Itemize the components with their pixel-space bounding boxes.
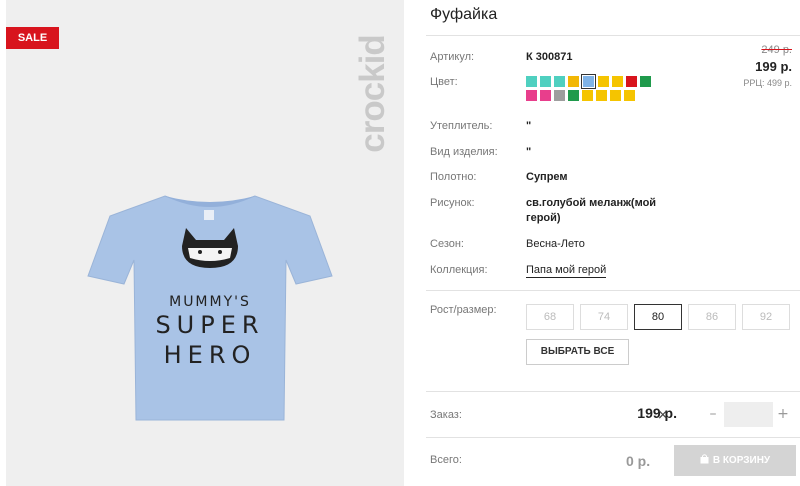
size-option-86[interactable]: 86 xyxy=(688,304,736,330)
print-line-2: SUPER xyxy=(155,311,265,339)
type-label: Вид изделия: xyxy=(430,146,498,158)
collection-label: Коллекция: xyxy=(430,264,488,276)
type-value: " xyxy=(526,146,532,158)
divider xyxy=(426,391,800,392)
total-label: Всего: xyxy=(430,454,462,466)
total-value: 0 р. xyxy=(626,453,651,469)
quantity-increase-button[interactable]: + xyxy=(776,404,790,424)
print-line-3: HERO xyxy=(163,341,257,369)
collection-link[interactable]: Папа мой герой xyxy=(526,264,607,278)
swatch-row xyxy=(526,90,686,101)
color-label: Цвет: xyxy=(430,76,458,88)
color-swatch[interactable] xyxy=(526,90,537,101)
color-swatch[interactable] xyxy=(526,76,537,87)
product-image[interactable]: MUMMY'S SUPER HERO xyxy=(70,188,350,433)
divider xyxy=(426,290,800,291)
insulation-value: " xyxy=(526,120,532,132)
product-image-panel: SALE crockid MUMMY'S SUPER HERO xyxy=(6,0,404,486)
bag-icon xyxy=(700,454,709,464)
divider xyxy=(426,437,800,438)
current-price: 199 р. xyxy=(755,59,792,74)
size-option-80[interactable]: 80 xyxy=(634,304,682,330)
recommended-price: РРЦ: 499 р. xyxy=(743,78,792,88)
color-swatch[interactable] xyxy=(626,76,637,87)
fabric-label: Полотно: xyxy=(430,171,477,183)
size-option-68[interactable]: 68 xyxy=(526,304,574,330)
product-title: Фуфайка xyxy=(430,6,498,23)
season-value: Весна-Лето xyxy=(526,238,585,250)
insulation-label: Утеплитель: xyxy=(430,120,493,132)
select-all-button[interactable]: ВЫБРАТЬ ВСЕ xyxy=(526,339,629,365)
color-swatch[interactable] xyxy=(554,76,565,87)
color-swatch[interactable] xyxy=(568,76,579,87)
quantity-input[interactable] xyxy=(724,402,773,427)
sale-badge: SALE xyxy=(6,27,59,49)
color-swatches xyxy=(526,74,686,104)
quantity-decrease-button[interactable]: – xyxy=(706,404,720,424)
swatch-row xyxy=(526,74,686,89)
color-swatch[interactable] xyxy=(540,90,551,101)
color-swatch[interactable] xyxy=(624,90,635,101)
color-swatch[interactable] xyxy=(568,90,579,101)
color-swatch[interactable] xyxy=(554,90,565,101)
size-option-92[interactable]: 92 xyxy=(742,304,790,330)
pattern-label: Рисунок: xyxy=(430,197,475,209)
divider xyxy=(426,35,800,36)
color-swatch[interactable] xyxy=(640,76,651,87)
color-swatch[interactable] xyxy=(612,76,623,87)
color-swatch[interactable] xyxy=(610,90,621,101)
shirt-print-text: MUMMY'S SUPER HERO xyxy=(140,268,280,398)
pattern-value-line1: св.голубой меланж(мой xyxy=(526,197,657,209)
size-options: 68 74 80 86 92 xyxy=(526,304,790,330)
remove-icon[interactable]: × xyxy=(657,408,669,422)
color-swatch[interactable] xyxy=(581,74,596,89)
brand-logo-text: crockid xyxy=(353,35,392,153)
brand-logo: crockid xyxy=(338,14,408,174)
article-label: Артикул: xyxy=(430,51,475,63)
size-label: Рост/размер: xyxy=(430,304,497,316)
article-value: К 300871 xyxy=(526,51,573,63)
old-price: 249 р. xyxy=(761,44,792,56)
product-info-panel: Фуфайка Артикул: К 300871 249 р. 199 р. … xyxy=(404,0,800,486)
print-line-1: MUMMY'S xyxy=(169,294,251,310)
color-swatch[interactable] xyxy=(596,90,607,101)
color-swatch[interactable] xyxy=(540,76,551,87)
pattern-value-line2: герой) xyxy=(526,212,561,224)
add-to-cart-label: В КОРЗИНУ xyxy=(712,455,771,466)
color-swatch[interactable] xyxy=(598,76,609,87)
fabric-value: Супрем xyxy=(526,171,568,183)
order-label: Заказ: xyxy=(430,409,462,421)
season-label: Сезон: xyxy=(430,238,464,250)
color-swatch[interactable] xyxy=(582,90,593,101)
add-to-cart-button[interactable]: В КОРЗИНУ xyxy=(674,445,796,476)
size-option-74[interactable]: 74 xyxy=(580,304,628,330)
